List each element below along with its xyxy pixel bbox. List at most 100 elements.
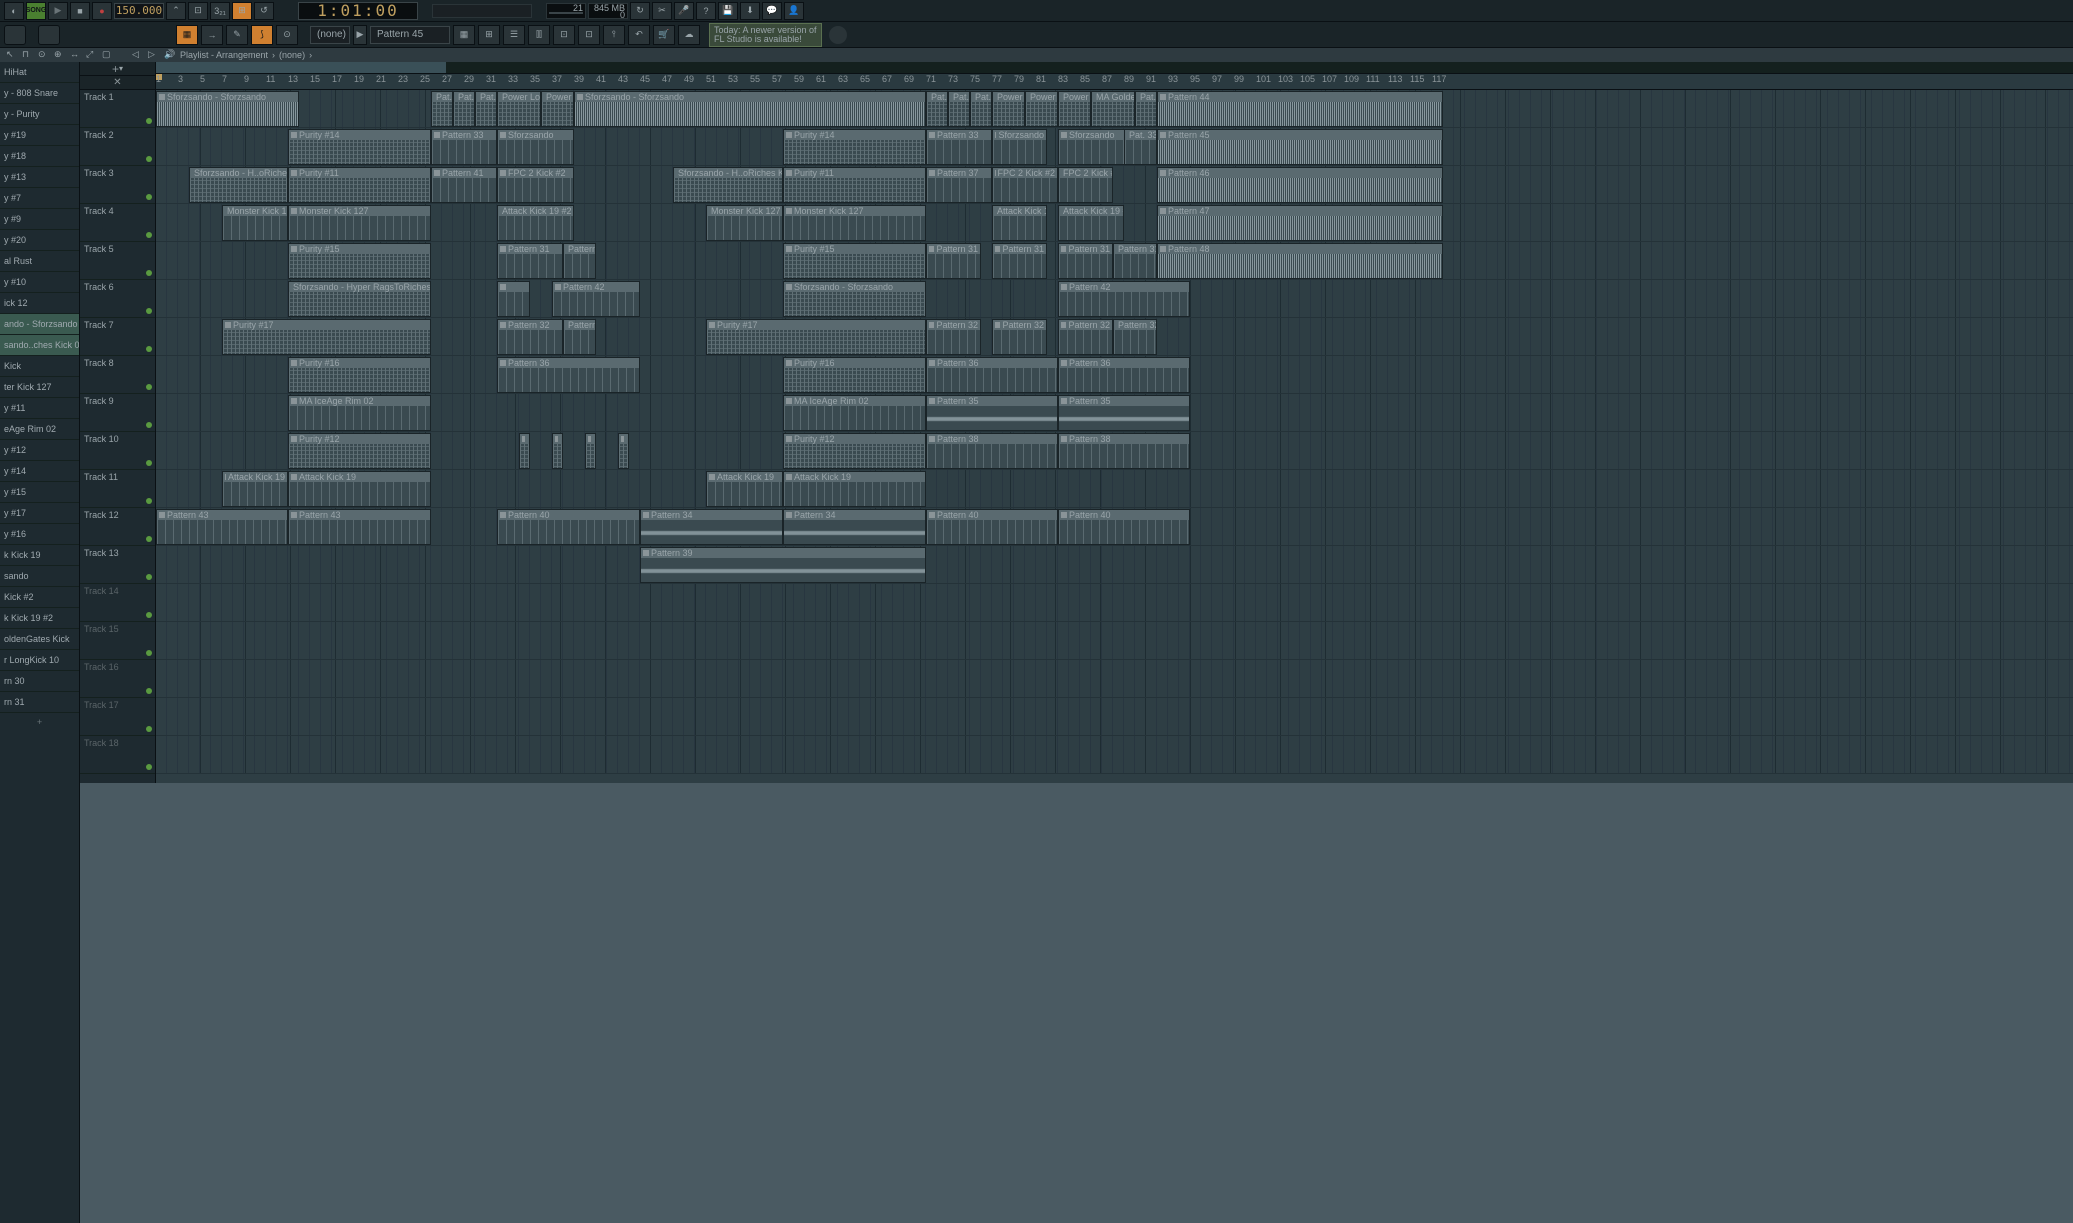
track-label[interactable]: Track 16 — [80, 660, 155, 698]
add-item-button[interactable]: + — [0, 713, 79, 731]
track-label[interactable]: Track 8 — [80, 356, 155, 394]
track-label[interactable]: Track 14 — [80, 584, 155, 622]
clip-grip-icon[interactable] — [786, 436, 792, 442]
clip-grip-icon[interactable] — [159, 94, 165, 100]
clip-grip-icon[interactable] — [500, 132, 506, 138]
clip-grip-icon[interactable] — [1160, 246, 1166, 252]
playlist-clip[interactable]: Pat. 30 — [475, 91, 497, 127]
track-label[interactable]: Track 17 — [80, 698, 155, 736]
track-label[interactable]: Track 13 — [80, 546, 155, 584]
news-hint[interactable]: Today: A newer version of FL Studio is a… — [709, 23, 822, 47]
playlist-clip[interactable]: Monster Kick 127 — [288, 205, 431, 241]
playlist-clip[interactable]: Pattern 45 — [1157, 129, 1443, 165]
playlist-clip[interactable]: Pattern 32 — [1058, 319, 1113, 355]
track-row[interactable] — [156, 698, 2073, 736]
mute-indicator-icon[interactable] — [146, 346, 152, 352]
clip-grip-icon[interactable] — [291, 360, 297, 366]
clip-grip-icon[interactable] — [159, 512, 165, 518]
sidebar-item[interactable]: sando..ches Kick 03 — [0, 335, 79, 356]
playlist-clip[interactable]: Pattern 47 — [1157, 205, 1443, 241]
playlist-clip[interactable]: Pattern 31 — [497, 243, 563, 279]
clip-grip-icon[interactable] — [995, 246, 1000, 252]
clip-grip-icon[interactable] — [291, 170, 297, 176]
clip-grip-icon[interactable] — [577, 94, 583, 100]
playlist-clip[interactable]: Pat. 30 — [948, 91, 970, 127]
tempo-display[interactable]: 150.000 — [114, 3, 164, 19]
sidebar-item[interactable]: y #12 — [0, 440, 79, 461]
timeline-ruler[interactable]: 1357911131517192123252729313335373941434… — [156, 74, 2073, 89]
playlist-clip[interactable]: Power L..ck 10 — [992, 91, 1025, 127]
play-pattern-button[interactable]: ▶ — [353, 25, 367, 45]
playlist-clip[interactable]: MA IceAge Rim 02 — [288, 395, 431, 431]
minimap-viewport[interactable] — [156, 62, 446, 73]
mute-indicator-icon[interactable] — [146, 612, 152, 618]
clip-grip-icon[interactable] — [500, 322, 506, 328]
step-fwd-icon[interactable]: ▷ — [148, 49, 160, 61]
playlist-clip[interactable]: Attack Kick 19 — [706, 471, 783, 507]
playlist-view-button[interactable]: ▦ — [176, 25, 198, 45]
track-row[interactable]: Pattern 39 — [156, 546, 2073, 584]
playlist-clip[interactable]: Pat. 30 — [453, 91, 475, 127]
clip-grip-icon[interactable] — [786, 132, 792, 138]
sidebar-item[interactable]: Kick #2 — [0, 587, 79, 608]
track-label[interactable]: Track 15 — [80, 622, 155, 660]
sidebar-item[interactable]: k Kick 19 — [0, 545, 79, 566]
clip-grip-icon[interactable] — [643, 512, 649, 518]
clip-grip-icon[interactable] — [291, 208, 297, 214]
sidebar-item[interactable]: y #18 — [0, 146, 79, 167]
clip-grip-icon[interactable] — [929, 512, 935, 518]
mixer-button[interactable]: ⫿⫿ — [528, 25, 550, 45]
refresh-icon[interactable] — [829, 26, 847, 44]
clip-grip-icon[interactable] — [786, 246, 792, 252]
track-row[interactable]: Monster Kick 127Monster Kick 127Attack K… — [156, 204, 2073, 242]
track-label[interactable]: Track 3 — [80, 166, 155, 204]
playlist-clip[interactable]: MA Golde..tes Kick — [1091, 91, 1135, 127]
clip-grip-icon[interactable] — [1160, 208, 1166, 214]
playlist-clip[interactable]: Sforzsando — [992, 129, 1047, 165]
playlist-clip[interactable]: Pattern 40 — [1058, 509, 1190, 545]
track-label[interactable]: Track 9 — [80, 394, 155, 432]
track-row[interactable] — [156, 736, 2073, 774]
sidebar-item[interactable]: y #10 — [0, 272, 79, 293]
playlist-clip[interactable]: Attack Kick 19 #2 — [1058, 205, 1124, 241]
playlist-clip[interactable]: Pattern 46 — [1157, 167, 1443, 203]
track-row[interactable]: MA IceAge Rim 02MA IceAge Rim 02Pattern … — [156, 394, 2073, 432]
mute-indicator-icon[interactable] — [146, 726, 152, 732]
playlist-clip[interactable]: Pattern 33 — [926, 129, 992, 165]
clip-grip-icon[interactable] — [786, 208, 792, 214]
playlist-clip[interactable]: Pattern 42 — [1058, 281, 1190, 317]
cloud-button[interactable]: ☁ — [678, 25, 700, 45]
playlist-clip[interactable]: Purity #12 — [783, 433, 926, 469]
clip-grip-icon[interactable] — [500, 360, 506, 366]
playlist-clip[interactable]: Pattern 36 — [497, 357, 640, 393]
sidebar-item[interactable]: y #19 — [0, 125, 79, 146]
track-row[interactable]: Purity #16Pattern 36Purity #16Pattern 36… — [156, 356, 2073, 394]
mute-indicator-icon[interactable] — [146, 688, 152, 694]
magnet-icon[interactable]: ⊓ — [22, 49, 34, 61]
playlist-clip[interactable]: Pattern 34 — [783, 509, 926, 545]
playlist-clip[interactable]: Monster Kick 127 — [706, 205, 783, 241]
clip-grip-icon[interactable] — [434, 132, 440, 138]
clip-grip-icon[interactable] — [786, 398, 792, 404]
clip-grip-icon[interactable] — [929, 322, 934, 328]
sidebar-item[interactable]: y #16 — [0, 524, 79, 545]
minimap[interactable] — [156, 62, 2073, 74]
mute-indicator-icon[interactable] — [146, 536, 152, 542]
breadcrumb-view[interactable]: Playlist - Arrangement — [180, 50, 268, 60]
mute-indicator-icon[interactable] — [146, 194, 152, 200]
playlist-clip[interactable]: FPC 2 Kick #2 — [992, 167, 1058, 203]
history-icon[interactable]: ↻ — [630, 2, 650, 20]
pitch-knob[interactable] — [38, 25, 60, 45]
clip-grip-icon[interactable] — [786, 170, 792, 176]
playlist-clip[interactable]: Monster Kick 127 — [222, 205, 288, 241]
playlist-clip[interactable]: Pat. 30 — [431, 91, 453, 127]
sidebar-item[interactable]: y #11 — [0, 398, 79, 419]
track-row[interactable] — [156, 622, 2073, 660]
clip-grip-icon[interactable] — [500, 284, 506, 290]
mute-indicator-icon[interactable] — [146, 270, 152, 276]
mute-indicator-icon[interactable] — [146, 764, 152, 770]
sidebar-item[interactable]: ando - Sforzsando — [0, 314, 79, 335]
clip-grip-icon[interactable] — [995, 322, 1000, 328]
menu-icon[interactable]: ◐ — [4, 2, 24, 20]
clip-grip-icon[interactable] — [434, 170, 440, 176]
